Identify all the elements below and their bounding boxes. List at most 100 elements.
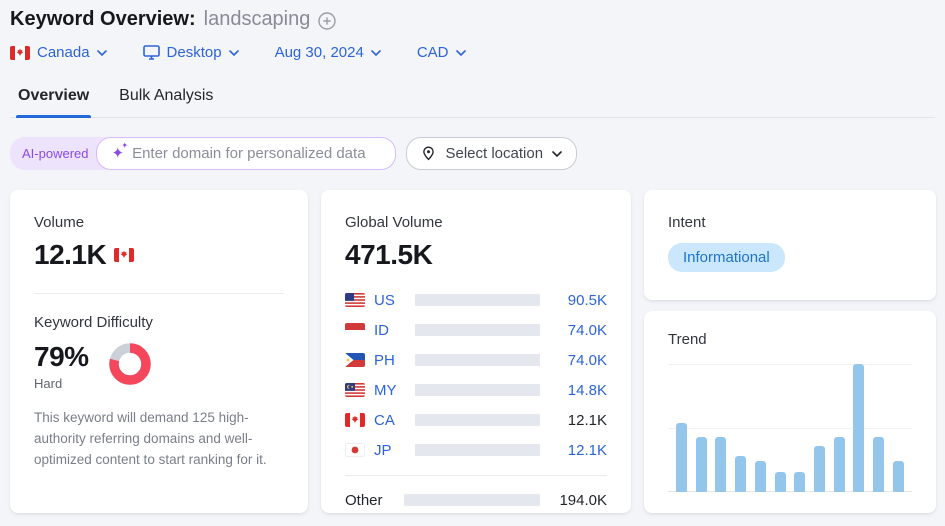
tab-bulk-analysis[interactable]: Bulk Analysis [117,83,215,117]
country-row[interactable]: JP 12.1K [345,435,607,465]
kd-description: This keyword will demand 125 high-author… [34,410,267,467]
country-row[interactable]: PH 74.0K [345,345,607,375]
filter-bar: Canada Desktop Aug 30, 2024 CAD [10,44,935,61]
global-volume-card: Global Volume 471.5K US 90.5K ID 74.0K P… [321,190,631,513]
currency-label: CAD [416,44,449,61]
select-location-label: Select location [445,145,544,162]
chevron-down-icon [371,49,381,56]
country-volume-value[interactable]: 74.0K [555,322,607,339]
trend-card: Trend [644,311,936,513]
country-row[interactable]: MY 14.8K [345,375,607,405]
country-volume-value: 12.1K [567,411,607,429]
other-label: Other [345,491,383,509]
trend-bars [676,364,904,492]
country-volume-bar [415,414,540,426]
currency-selector[interactable]: CAD [417,44,466,61]
country-volume-bar [415,324,540,336]
device-selector[interactable]: Desktop [142,44,239,61]
country-row[interactable]: US 90.5K [345,285,607,315]
add-keyword-icon[interactable] [318,11,337,30]
country-volume-value[interactable]: 90.5K [555,292,607,309]
date-selector[interactable]: Aug 30, 2024 [275,44,381,61]
ph-flag-icon [345,353,365,367]
chevron-down-icon [455,49,466,56]
kd-label: Keyword Difficulty [34,314,153,331]
us-flag-icon [345,293,365,307]
kd-value-row: 79% Hard [34,341,284,391]
other-volume-bar [404,494,540,506]
kd-donut-chart [108,343,151,385]
canada-flag-icon [114,248,135,262]
trend-bar[interactable] [735,456,747,492]
country-volume-bar [415,444,540,456]
other-volume-row: Other 194.0K [345,485,607,515]
tab-overview[interactable]: Overview [16,83,92,118]
ai-powered-badge: AI-powered [10,137,109,170]
trend-bar[interactable] [814,445,826,492]
canada-flag-icon [345,413,365,427]
id-flag-icon [345,323,365,337]
volume-label: Volume [34,214,85,231]
domain-input-container: ✦ [96,137,397,170]
volume-value: 12.1K [34,239,107,270]
right-column: Intent Informational Trend [644,190,936,513]
select-location-button[interactable]: Select location [406,137,578,170]
trend-bar[interactable] [853,364,865,492]
country-label: Canada [37,44,90,61]
trend-bar[interactable] [833,436,845,492]
country-volume-value[interactable]: 12.1K [555,442,607,459]
country-volume-bar [415,384,540,396]
metrics-grid: Volume 12.1K Keyword Difficulty 79% Hard [10,190,936,513]
page-keyword: landscaping [203,8,311,30]
global-volume-label: Global Volume [345,214,443,231]
country-row[interactable]: CA 12.1K [345,405,607,435]
country-selector[interactable]: Canada [10,44,107,61]
card-divider [345,475,607,476]
chevron-down-icon [228,49,239,56]
card-divider [34,293,284,294]
intent-badge[interactable]: Informational [668,243,785,272]
trend-bar[interactable] [873,436,885,492]
page-header: Keyword Overview: landscaping [10,8,935,31]
country-code-link[interactable]: JP [374,442,400,459]
volume-card: Volume 12.1K Keyword Difficulty 79% Hard [10,190,308,513]
country-code-link[interactable]: ID [374,322,400,339]
tab-bar: Overview Bulk Analysis [10,83,935,118]
trend-bar[interactable] [754,461,766,492]
kd-value: 79% [34,341,89,372]
date-label: Aug 30, 2024 [274,44,364,61]
device-label: Desktop [166,44,222,61]
country-code-link[interactable]: PH [374,352,400,369]
intent-label: Intent [668,214,706,231]
country-volume-bar [415,354,540,366]
my-flag-icon [345,383,365,397]
jp-flag-icon [345,443,365,457]
country-volume-value[interactable]: 74.0K [555,352,607,369]
trend-bar[interactable] [715,436,727,492]
location-pin-icon [423,146,435,161]
intent-card: Intent Informational [644,190,936,300]
canada-flag-icon [10,45,30,60]
domain-input[interactable] [132,145,382,162]
trend-bar[interactable] [676,422,687,492]
monitor-icon [142,45,160,60]
trend-bar[interactable] [774,471,786,492]
trend-bar[interactable] [794,471,806,492]
kd-level: Hard [34,376,63,391]
personalization-bar: AI-powered ✦ Select location [10,137,935,170]
sparkle-icon: ✦ [111,142,127,161]
country-volume-value[interactable]: 14.8K [555,382,607,399]
trend-bar[interactable] [892,461,904,492]
trend-label: Trend [668,331,707,348]
global-volume-value: 471.5K [345,239,433,270]
country-code-link[interactable]: US [374,292,400,309]
country-row[interactable]: ID 74.0K [345,315,607,345]
volume-value-row: 12.1K [34,239,284,271]
chevron-down-icon [552,150,562,157]
country-code-link[interactable]: MY [374,382,400,399]
trend-bar-chart [668,364,912,492]
trend-bar[interactable] [695,436,707,492]
page-title: Keyword Overview: [10,8,196,30]
country-code-link[interactable]: CA [374,412,400,429]
chevron-down-icon [96,49,107,56]
